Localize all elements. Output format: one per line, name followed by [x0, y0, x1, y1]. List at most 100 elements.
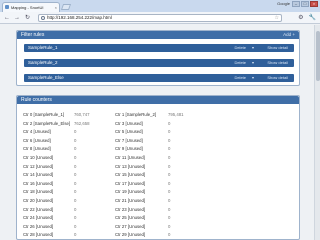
chevron-down-icon[interactable]: ▾	[252, 44, 254, 52]
counter-name: Ctr 7 [Unused]	[115, 137, 143, 143]
counter-name: Ctr 24 [Unused]	[23, 215, 54, 221]
counter-name: Ctr 20 [Unused]	[23, 198, 54, 203]
rule-item[interactable]: SampleRule_1 Delete ▾ Show detail	[24, 44, 294, 52]
rule-name: SampleRule_2	[28, 60, 58, 65]
chevron-down-icon[interactable]: ▾	[252, 74, 254, 82]
counter-value: 0	[168, 189, 171, 195]
counter-value: 0	[168, 163, 171, 169]
counter-row: Ctr 24 [Unused] 0 Ctr 25 [Unused] 0	[23, 215, 293, 223]
counter-value: 0	[74, 198, 77, 203]
counter-name: Ctr 23 [Unused]	[115, 206, 146, 212]
counter-name: Ctr 19 [Unused]	[115, 189, 146, 195]
counter-name: Ctr 21 [Unused]	[115, 198, 146, 203]
browser-tab[interactable]: Mapping - SnortUI ×	[2, 2, 60, 12]
counter-value: 0	[168, 206, 171, 212]
delete-rule-button[interactable]: Delete	[234, 59, 246, 67]
address-bar[interactable]: http://192.168.254.222/map.html ☆	[38, 14, 282, 22]
counter-value: 0	[74, 180, 77, 186]
address-url: http://192.168.254.222/map.html	[47, 15, 112, 20]
counter-name: Ctr 13 [Unused]	[115, 163, 146, 169]
rule-counters-header: Rule counters	[17, 96, 299, 104]
counter-row: Ctr 8 [Unused] 0 Ctr 9 [Unused] 0	[23, 146, 293, 154]
counter-row: Ctr 4 [Unused] 0 Ctr 5 [Unused] 0	[23, 129, 293, 137]
chevron-down-icon[interactable]: ▾	[252, 59, 254, 67]
counter-name: Ctr 1 [SampleRule_2]	[115, 112, 157, 117]
counter-row: Ctr 10 [Unused] 0 Ctr 11 [Unused] 0	[23, 155, 293, 163]
counter-value: 0	[74, 172, 77, 178]
rule-counters-panel: Rule counters Ctr 0 [SampleRule_1] 760,74…	[16, 95, 300, 240]
bookmark-star-icon[interactable]: ☆	[275, 15, 279, 21]
browser-toolbar: ← → ↻ http://192.168.254.222/map.html ☆ …	[0, 12, 320, 24]
scrollbar-thumb[interactable]	[316, 31, 320, 81]
window-controls: – □ ×	[292, 1, 318, 7]
counter-value: 0	[74, 215, 77, 221]
maximize-button[interactable]: □	[301, 1, 309, 7]
minimize-button[interactable]: –	[292, 1, 300, 7]
counter-name: Ctr 2 [SampleRule_Else]	[23, 120, 71, 126]
counter-name: Ctr 18 [Unused]	[23, 189, 54, 195]
back-button[interactable]: ←	[4, 15, 10, 21]
browser-user-label: Google	[277, 1, 290, 6]
counter-name: Ctr 25 [Unused]	[115, 215, 146, 221]
counter-value: 0	[168, 198, 171, 203]
counter-name: Ctr 29 [Unused]	[115, 232, 146, 238]
counter-value: 0	[74, 189, 77, 195]
counter-value: 0	[168, 215, 171, 221]
counter-row: Ctr 6 [Unused] 0 Ctr 7 [Unused] 0	[23, 138, 293, 146]
counter-value: 0	[168, 180, 171, 186]
page-menu-icon[interactable]: ⚙	[298, 15, 303, 21]
rule-item[interactable]: SampleRule_2 Delete ▾ Show detail	[24, 59, 294, 67]
counter-value: 0	[168, 172, 171, 178]
delete-rule-button[interactable]: Delete	[234, 44, 246, 52]
vertical-scrollbar[interactable]	[314, 25, 320, 240]
reload-button[interactable]: ↻	[25, 15, 30, 21]
counter-name: Ctr 12 [Unused]	[23, 163, 54, 169]
rule-name: SampleRule_Else	[28, 75, 64, 80]
counter-name: Ctr 26 [Unused]	[23, 223, 54, 229]
filter-rules-panel: Filter rules Add + SampleRule_1 Delete ▾…	[16, 30, 300, 86]
tab-close-icon[interactable]: ×	[55, 3, 57, 12]
counter-value: 0	[168, 146, 171, 152]
counter-name: Ctr 8 [Unused]	[23, 146, 51, 152]
counter-value: 0	[168, 155, 171, 160]
counter-row: Ctr 2 [SampleRule_Else] 762,658 Ctr 3 [Unu…	[23, 121, 293, 129]
filter-rules-title: Filter rules	[21, 32, 45, 38]
show-detail-link[interactable]: Show detail	[267, 44, 288, 52]
counter-row: Ctr 0 [SampleRule_1] 760,747 Ctr 1 [Sample…	[23, 112, 293, 120]
close-window-button[interactable]: ×	[310, 1, 318, 7]
counter-value: 760,747	[74, 112, 90, 117]
tab-title: Mapping - SnortUI	[11, 5, 44, 10]
wrench-menu-icon[interactable]: 🔧	[309, 15, 316, 21]
counter-name: Ctr 15 [Unused]	[115, 172, 146, 178]
counter-value: 0	[74, 163, 77, 169]
counter-row: Ctr 22 [Unused] 0 Ctr 23 [Unused] 0	[23, 207, 293, 215]
counter-row: Ctr 12 [Unused] 0 Ctr 13 [Unused] 0	[23, 164, 293, 172]
show-detail-link[interactable]: Show detail	[267, 74, 288, 82]
rule-item[interactable]: SampleRule_Else Delete ▾ Show detail	[24, 74, 294, 82]
counter-row: Ctr 18 [Unused] 0 Ctr 19 [Unused] 0	[23, 189, 293, 197]
counter-name: Ctr 16 [Unused]	[23, 180, 54, 186]
counter-value: 0	[168, 137, 171, 143]
counter-name: Ctr 0 [SampleRule_1]	[23, 112, 65, 117]
page-info-icon	[41, 16, 45, 20]
counter-row: Ctr 16 [Unused] 0 Ctr 17 [Unused] 0	[23, 181, 293, 189]
counter-value: 0	[168, 223, 171, 229]
counter-name: Ctr 14 [Unused]	[23, 172, 54, 178]
delete-rule-button[interactable]: Delete	[234, 74, 246, 82]
counter-value: 0	[168, 129, 171, 135]
new-tab-button[interactable]	[60, 4, 72, 10]
add-rule-button[interactable]: Add +	[283, 31, 295, 39]
counter-name: Ctr 28 [Unused]	[23, 232, 54, 238]
counter-value: 0	[74, 129, 77, 135]
forward-button[interactable]: →	[14, 15, 20, 21]
page-favicon-icon	[5, 5, 9, 9]
show-detail-link[interactable]: Show detail	[267, 59, 288, 67]
counter-name: Ctr 9 [Unused]	[115, 146, 143, 152]
filter-rules-header: Filter rules Add +	[17, 31, 299, 39]
counter-name: Ctr 5 [Unused]	[115, 129, 143, 135]
counter-name: Ctr 17 [Unused]	[115, 180, 146, 186]
counter-value: 0	[74, 232, 77, 238]
counter-name: Ctr 3 [Unused]	[115, 120, 143, 126]
counter-row: Ctr 28 [Unused] 0 Ctr 29 [Unused] 0	[23, 232, 293, 240]
counter-name: Ctr 6 [Unused]	[23, 137, 51, 143]
